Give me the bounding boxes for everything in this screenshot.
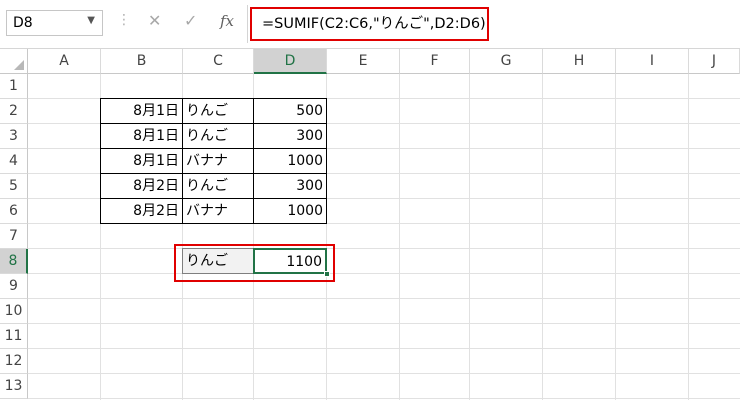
item-cell[interactable]: りんご [182, 173, 254, 199]
name-box-value: D8 [13, 15, 33, 31]
column-header-f[interactable]: F [400, 49, 470, 74]
amount-cell[interactable]: 1000 [253, 198, 327, 224]
item-cell[interactable]: りんご [182, 98, 254, 124]
date-cell[interactable]: 8月1日 [100, 98, 183, 124]
row-header-4[interactable]: 4 [0, 149, 28, 174]
amount-cell[interactable]: 300 [253, 123, 327, 149]
row-header-9[interactable]: 9 [0, 274, 28, 299]
row-header-10[interactable]: 10 [0, 299, 28, 324]
column-header-g[interactable]: G [470, 49, 543, 74]
row-header-13[interactable]: 13 [0, 374, 28, 399]
chevron-down-icon[interactable]: ▼ [87, 15, 95, 26]
enter-icon[interactable]: ✓ [184, 11, 197, 30]
fill-handle[interactable] [324, 271, 330, 277]
column-header-c[interactable]: C [183, 49, 254, 74]
row-header-12[interactable]: 12 [0, 349, 28, 374]
column-header-j[interactable]: J [689, 49, 740, 74]
gridline-column [469, 74, 470, 400]
item-cell[interactable]: バナナ [182, 148, 254, 174]
gridline-row [28, 273, 740, 274]
date-cell[interactable]: 8月1日 [100, 148, 183, 174]
column-header-d[interactable]: D [254, 49, 327, 74]
item-cell[interactable]: バナナ [182, 198, 254, 224]
gridline-column [399, 74, 400, 400]
item-cell[interactable]: りんご [182, 123, 254, 149]
select-all-corner[interactable] [0, 49, 28, 74]
gridline-row [28, 248, 740, 249]
row-header-6[interactable]: 6 [0, 199, 28, 224]
date-cell[interactable]: 8月2日 [100, 198, 183, 224]
amount-cell[interactable]: 300 [253, 173, 327, 199]
column-header-e[interactable]: E [327, 49, 400, 74]
column-header-b[interactable]: B [101, 49, 183, 74]
row-header-5[interactable]: 5 [0, 174, 28, 199]
gridline-row [28, 298, 740, 299]
column-header-a[interactable]: A [28, 49, 101, 74]
gridline-row [28, 348, 740, 349]
column-header-h[interactable]: H [543, 49, 616, 74]
amount-cell[interactable]: 500 [253, 98, 327, 124]
select-all-icon [14, 60, 24, 70]
row-header-11[interactable]: 11 [0, 324, 28, 349]
result-highlight-box [174, 244, 335, 282]
row-header-3[interactable]: 3 [0, 124, 28, 149]
name-box[interactable]: D8 ▼ [6, 10, 103, 36]
row-header-1[interactable]: 1 [0, 74, 28, 99]
column-header-i[interactable]: I [616, 49, 689, 74]
gridline-row [28, 373, 740, 374]
date-cell[interactable]: 8月1日 [100, 123, 183, 149]
insert-function-icon[interactable]: fx [220, 12, 234, 30]
gridline-column [688, 74, 689, 400]
cancel-icon[interactable]: ✕ [148, 11, 161, 30]
gridline-column [542, 74, 543, 400]
row-header-2[interactable]: 2 [0, 99, 28, 124]
row-header-8[interactable]: 8 [0, 249, 28, 274]
gridline-row [28, 398, 740, 399]
more-options-icon[interactable]: ⋮ [117, 12, 131, 28]
row-header-7[interactable]: 7 [0, 224, 28, 249]
gridline-column [615, 74, 616, 400]
gridline-row [28, 323, 740, 324]
formula-bar: D8 ▼ ⋮ ✕ ✓ fx =SUMIF(C2:C6,"りんご",D2:D6) [0, 0, 740, 48]
date-cell[interactable]: 8月2日 [100, 173, 183, 199]
formula-highlight-box [250, 7, 489, 41]
amount-cell[interactable]: 1000 [253, 148, 327, 174]
